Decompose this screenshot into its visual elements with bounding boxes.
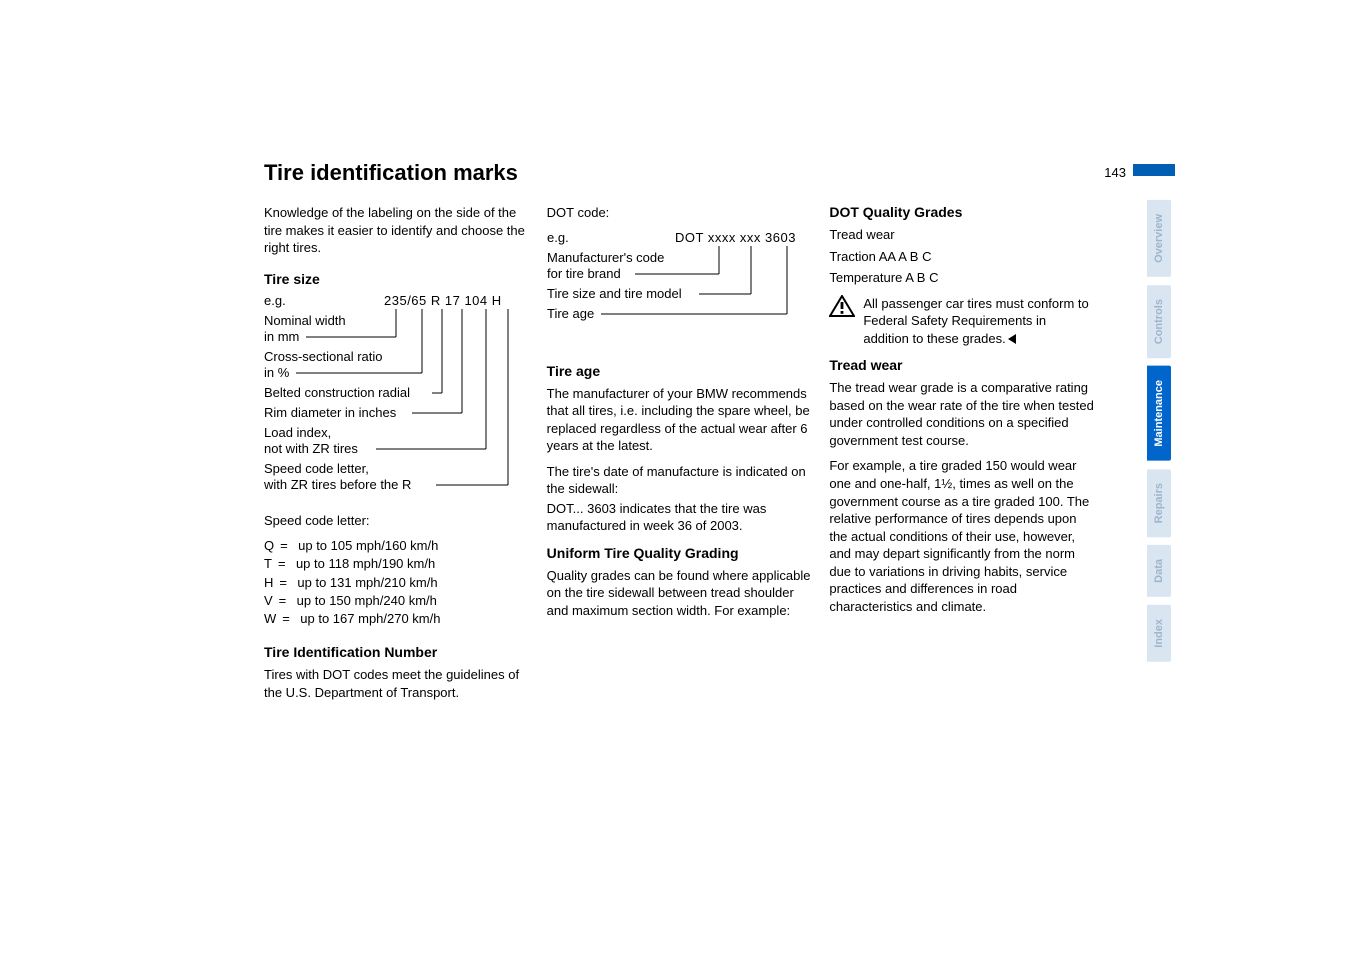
svg-text:Cross-sectional ratio: Cross-sectional ratio — [264, 349, 383, 364]
column-2: DOT code: e.g. DOT xxxx xxx 3603 Manufac… — [547, 204, 812, 709]
tire-age-p3: DOT... 3603 indicates that the tire was … — [547, 500, 812, 535]
svg-text:Tire age: Tire age — [547, 306, 594, 321]
speed-row: T=up to 118 mph/190 km/h — [264, 555, 529, 573]
tab-maintenance[interactable]: Maintenance — [1147, 366, 1171, 461]
speed-row: V=up to 150 mph/240 km/h — [264, 592, 529, 610]
tin-heading: Tire Identification Number — [264, 644, 529, 660]
svg-text:Speed code letter,: Speed code letter, — [264, 461, 369, 476]
dqg-item: Tread wear — [829, 226, 1094, 244]
page-number: 143 — [1104, 165, 1126, 180]
tire-age-heading: Tire age — [547, 363, 812, 379]
tire-age-p2: The tire's date of manufacture is indica… — [547, 463, 812, 498]
eg-label: e.g. — [264, 293, 286, 308]
tab-repairs[interactable]: Repairs — [1147, 469, 1171, 537]
tire-age-p1: The manufacturer of your BMW recommends … — [547, 385, 812, 455]
page-title: Tire identification marks — [264, 160, 1094, 186]
dqg-heading: DOT Quality Grades — [829, 204, 1094, 220]
dot-code-diagram: e.g. DOT xxxx xxx 3603 Manufacturer's co… — [547, 230, 807, 350]
brand-bar — [1133, 164, 1175, 176]
svg-text:not with ZR tires: not with ZR tires — [264, 441, 358, 456]
uqg-heading: Uniform Tire Quality Grading — [547, 545, 812, 561]
svg-text:Tire size and tire model: Tire size and tire model — [547, 286, 682, 301]
svg-text:in mm: in mm — [264, 329, 299, 344]
svg-text:Belted construction radial: Belted construction radial — [264, 385, 410, 400]
tin-text: Tires with DOT codes meet the guidelines… — [264, 666, 529, 701]
tread-wear-heading: Tread wear — [829, 357, 1094, 373]
svg-text:Load index,: Load index, — [264, 425, 331, 440]
end-marker-icon — [1008, 334, 1016, 344]
tread-wear-p1: The tread wear grade is a comparative ra… — [829, 379, 1094, 449]
svg-text:for tire brand: for tire brand — [547, 266, 621, 281]
tab-overview[interactable]: Overview — [1147, 200, 1171, 277]
warning-box: All passenger car tires must conform to … — [829, 295, 1094, 348]
svg-text:Manufacturer's code: Manufacturer's code — [547, 250, 664, 265]
warning-icon — [829, 295, 855, 317]
svg-text:in %: in % — [264, 365, 290, 380]
column-1: Knowledge of the labeling on the side of… — [264, 204, 529, 709]
tab-index[interactable]: Index — [1147, 605, 1171, 662]
tread-wear-p2: For example, a tire graded 150 would wea… — [829, 457, 1094, 615]
svg-text:Nominal width: Nominal width — [264, 313, 346, 328]
uqg-text: Quality grades can be found where applic… — [547, 567, 812, 620]
speed-row: W=up to 167 mph/270 km/h — [264, 610, 529, 628]
speed-row: Q=up to 105 mph/160 km/h — [264, 537, 529, 555]
intro-text: Knowledge of the labeling on the side of… — [264, 204, 529, 257]
svg-text:DOT xxxx xxx 3603: DOT xxxx xxx 3603 — [675, 230, 796, 245]
tab-data[interactable]: Data — [1147, 545, 1171, 597]
dot-code-heading: DOT code: — [547, 204, 812, 222]
speed-row: H=up to 131 mph/210 km/h — [264, 574, 529, 592]
column-3: DOT Quality Grades Tread wear Traction A… — [829, 204, 1094, 709]
tire-size-diagram: e.g. 235/65 R 17 104 H Nominal width in … — [264, 293, 524, 503]
svg-text:with ZR tires before the R: with ZR tires before the R — [264, 477, 411, 492]
tab-controls[interactable]: Controls — [1147, 285, 1171, 358]
svg-text:e.g.: e.g. — [547, 230, 569, 245]
dqg-item: Temperature A B C — [829, 269, 1094, 287]
page-content: Tire identification marks Knowledge of t… — [264, 160, 1094, 709]
side-tabs: Overview Controls Maintenance Repairs Da… — [1147, 200, 1175, 670]
speed-letter-heading: Speed code letter: — [264, 512, 529, 530]
warning-text: All passenger car tires must conform to … — [863, 295, 1094, 348]
dqg-item: Traction AA A B C — [829, 248, 1094, 266]
svg-text:Rim diameter in inches: Rim diameter in inches — [264, 405, 397, 420]
tire-code: 235/65 R 17 104 H — [384, 293, 502, 308]
tire-size-heading: Tire size — [264, 271, 529, 287]
